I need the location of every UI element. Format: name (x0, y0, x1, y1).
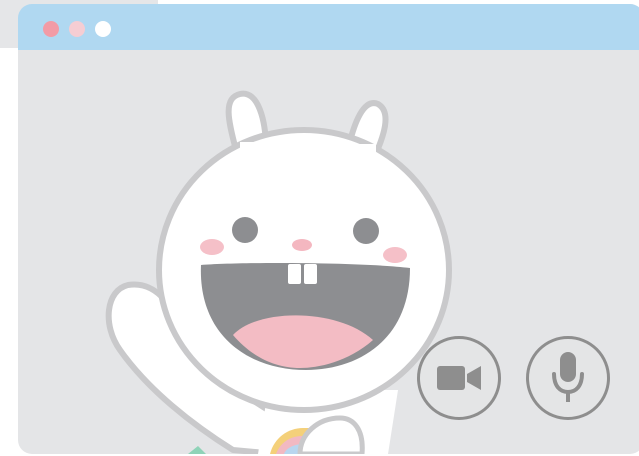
microphone-icon (552, 352, 584, 402)
close-window-button[interactable] (43, 21, 59, 37)
bunny-right-cheek (383, 247, 407, 263)
bunny-nose (292, 239, 312, 251)
app-window (18, 4, 639, 454)
video-feed (18, 50, 639, 454)
video-call-illustration (0, 0, 639, 456)
bunny-left-cheek (200, 239, 224, 255)
camera-toggle-button[interactable] (417, 336, 501, 420)
video-camera-icon (437, 366, 481, 390)
bunny-right-eye (353, 218, 379, 244)
microphone-toggle-button[interactable] (526, 336, 610, 420)
zoom-window-button[interactable] (95, 21, 111, 37)
bunny-right-tooth (304, 264, 317, 284)
window-titlebar (18, 4, 639, 50)
minimize-window-button[interactable] (69, 21, 85, 37)
bunny-left-tooth (288, 264, 301, 284)
bunny-left-eye (232, 217, 258, 243)
